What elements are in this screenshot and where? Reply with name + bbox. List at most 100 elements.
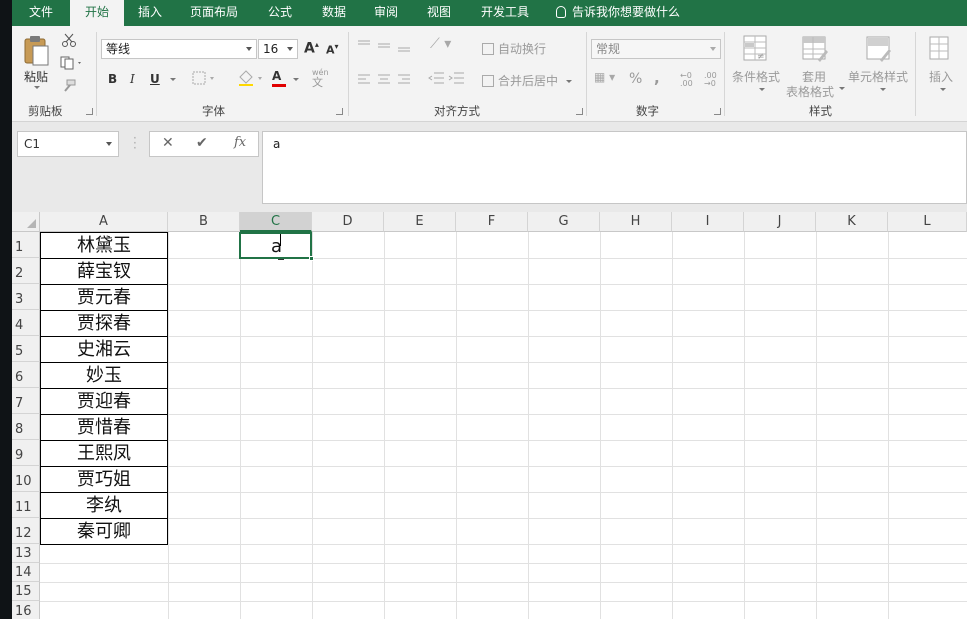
row-header-7[interactable]: 7	[12, 388, 40, 414]
row-header-2[interactable]: 2	[12, 258, 40, 284]
cell-styles-label[interactable]: 单元格样式	[848, 68, 908, 85]
paste-label[interactable]: 粘贴	[24, 68, 48, 85]
cut-icon[interactable]	[61, 32, 77, 48]
merge-center-button[interactable]: 合并后居中	[482, 72, 573, 89]
grow-font-button[interactable]: A▴	[304, 40, 319, 57]
cancel-entry-icon[interactable]: ✕	[162, 135, 174, 151]
phonetic-guide-button[interactable]: wén 文	[312, 69, 342, 89]
cell-a10[interactable]: 贾巧姐	[40, 467, 168, 493]
cell-a4[interactable]: 贾探春	[40, 311, 168, 337]
cell-a6[interactable]: 妙玉	[40, 363, 168, 389]
font-launcher-icon[interactable]	[336, 108, 343, 115]
fill-handle[interactable]	[309, 256, 314, 261]
cell-a3[interactable]: 贾元春	[40, 285, 168, 311]
indent-buttons[interactable]	[428, 71, 468, 87]
column-header-l[interactable]: L	[888, 212, 967, 232]
row-header-6[interactable]: 6	[12, 362, 40, 388]
row-header-10[interactable]: 10	[12, 466, 40, 492]
italic-button[interactable]: I	[130, 72, 135, 86]
row-header-13[interactable]: 13	[12, 544, 40, 563]
row-header-1[interactable]: 1	[12, 232, 40, 258]
worksheet-grid[interactable]: A B C D E F G H I J K L 1 2 3 4 5 6 7 8 …	[12, 212, 967, 619]
tell-me-box[interactable]: 告诉我你想要做什么	[556, 0, 680, 26]
tab-page-layout[interactable]: 页面布局	[176, 0, 252, 26]
orientation-icon[interactable]: ⟋ ▾	[430, 36, 451, 52]
bold-button[interactable]: B	[108, 72, 117, 86]
font-color-dropdown-icon[interactable]	[293, 78, 299, 81]
cell-a11[interactable]: 李纨	[40, 493, 168, 519]
select-all-corner[interactable]	[12, 212, 40, 232]
tab-developer[interactable]: 开发工具	[466, 0, 544, 26]
conditional-formatting-label[interactable]: 条件格式	[732, 68, 780, 85]
tab-formulas[interactable]: 公式	[252, 0, 308, 26]
format-as-table-label-bottom[interactable]: 表格格式	[786, 83, 834, 100]
active-cell-c1[interactable]: a	[239, 232, 314, 261]
name-box[interactable]: C1	[17, 131, 119, 157]
chevron-down-icon[interactable]	[940, 88, 946, 91]
cell-a1[interactable]: 林黛玉	[40, 232, 168, 259]
row-header-9[interactable]: 9	[12, 440, 40, 466]
row-header-12[interactable]: 12	[12, 518, 40, 544]
column-header-a[interactable]: A	[40, 212, 168, 232]
row-header-3[interactable]: 3	[12, 284, 40, 310]
cell-styles-icon[interactable]	[864, 34, 894, 64]
cell-a2[interactable]: 薛宝钗	[40, 259, 168, 285]
chevron-down-icon[interactable]	[880, 88, 886, 91]
column-header-g[interactable]: G	[528, 212, 600, 232]
percent-button[interactable]: %	[629, 71, 642, 87]
horizontal-align-buttons[interactable]	[356, 72, 416, 86]
decrease-decimal-button[interactable]: .00 →0	[704, 72, 720, 88]
format-painter-icon[interactable]	[61, 78, 77, 92]
cell-a9[interactable]: 王熙凤	[40, 441, 168, 467]
format-as-table-icon[interactable]	[800, 34, 830, 64]
column-header-f[interactable]: F	[456, 212, 528, 232]
column-header-j[interactable]: J	[744, 212, 816, 232]
column-header-c[interactable]: C	[240, 212, 312, 232]
row-header-16[interactable]: 16	[12, 601, 40, 619]
column-header-b[interactable]: B	[168, 212, 240, 232]
row-header-11[interactable]: 11	[12, 492, 40, 518]
tab-insert[interactable]: 插入	[124, 0, 176, 26]
row-header-4[interactable]: 4	[12, 310, 40, 336]
underline-button[interactable]: U	[150, 72, 160, 86]
shrink-font-button[interactable]: A▾	[326, 42, 339, 57]
insert-cells-label[interactable]: 插入	[929, 68, 953, 85]
font-name-dropdown[interactable]: 等线	[101, 39, 257, 59]
tab-review[interactable]: 审阅	[360, 0, 412, 26]
number-format-dropdown[interactable]: 常规	[591, 39, 721, 59]
font-size-dropdown[interactable]: 16	[258, 39, 298, 59]
alignment-launcher-icon[interactable]	[576, 108, 583, 115]
column-header-d[interactable]: D	[312, 212, 384, 232]
row-header-5[interactable]: 5	[12, 336, 40, 362]
tab-file[interactable]: 文件	[12, 0, 70, 26]
tab-home[interactable]: 开始	[70, 0, 124, 26]
wrap-text-button[interactable]: 自动换行	[482, 40, 546, 57]
paste-dropdown-icon[interactable]	[34, 86, 40, 89]
comma-button[interactable]: ,	[654, 69, 660, 87]
insert-cells-icon[interactable]	[927, 34, 953, 64]
column-header-h[interactable]: H	[600, 212, 672, 232]
vertical-align-buttons[interactable]	[356, 38, 416, 54]
border-button[interactable]	[191, 70, 219, 86]
copy-icon[interactable]	[60, 55, 84, 70]
fill-color-icon[interactable]	[236, 69, 266, 87]
currency-button[interactable]: ▦ ▾	[594, 70, 615, 84]
formula-input[interactable]: a	[262, 131, 967, 204]
cell-a5[interactable]: 史湘云	[40, 337, 168, 363]
conditional-formatting-icon[interactable]: ≠	[741, 34, 771, 64]
underline-dropdown-icon[interactable]	[170, 78, 176, 81]
row-header-14[interactable]: 14	[12, 563, 40, 582]
column-header-k[interactable]: K	[816, 212, 888, 232]
chevron-down-icon[interactable]	[759, 88, 765, 91]
font-color-button[interactable]: A	[272, 69, 286, 87]
increase-decimal-button[interactable]: ←0 .00	[680, 72, 696, 88]
tab-data[interactable]: 数据	[308, 0, 360, 26]
column-header-e[interactable]: E	[384, 212, 456, 232]
tab-view[interactable]: 视图	[412, 0, 466, 26]
column-header-i[interactable]: I	[672, 212, 744, 232]
clipboard-launcher-icon[interactable]	[86, 108, 93, 115]
paste-icon[interactable]	[22, 34, 52, 68]
row-header-8[interactable]: 8	[12, 414, 40, 440]
insert-function-icon[interactable]: fx	[234, 135, 246, 150]
row-header-15[interactable]: 15	[12, 582, 40, 601]
